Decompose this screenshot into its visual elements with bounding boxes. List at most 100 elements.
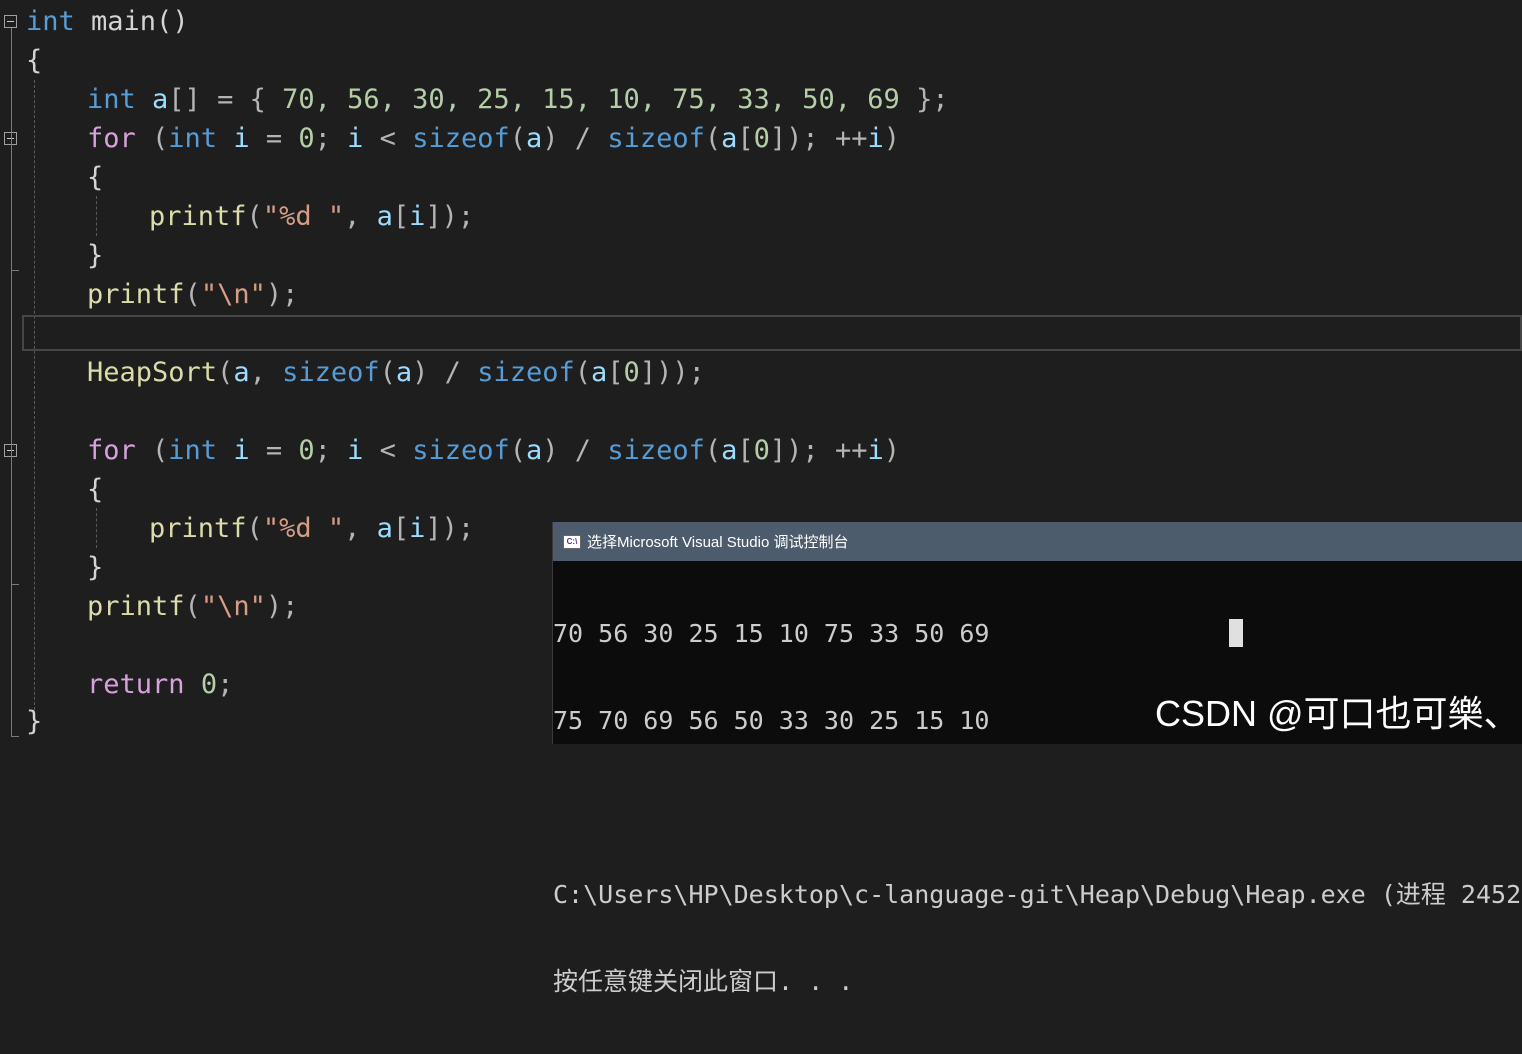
code-text: ]); ++	[769, 435, 868, 466]
fold-end-tick	[11, 736, 19, 737]
variable: i	[867, 123, 884, 154]
brace: {	[87, 474, 104, 505]
function-name: printf	[149, 201, 247, 232]
number-literal: 0	[753, 123, 770, 154]
variable: a	[591, 357, 608, 388]
console-title: 选择Microsoft Visual Studio 调试控制台	[587, 534, 849, 551]
variable: i	[347, 123, 364, 154]
code-line[interactable]: {	[26, 41, 42, 80]
code-line[interactable]: printf("\n");	[87, 275, 298, 314]
code-text: ,	[249, 357, 283, 388]
variable: a	[721, 123, 738, 154]
variable: i	[347, 435, 364, 466]
code-line[interactable]: for (int i = 0; i < sizeof(a) / sizeof(a…	[87, 431, 900, 470]
code-line[interactable]: }	[87, 548, 103, 587]
code-text: (	[509, 123, 527, 154]
variable: i	[217, 123, 250, 154]
brace: {	[87, 162, 104, 193]
indent-guide	[96, 508, 97, 548]
keyword: sizeof	[282, 357, 380, 388]
code-text: (	[246, 201, 263, 232]
variable: a	[526, 435, 543, 466]
code-text: )	[883, 123, 900, 154]
code-text: (	[704, 123, 722, 154]
watermark: CSDN @可口也可樂、	[1155, 693, 1520, 734]
variable: a	[233, 357, 250, 388]
code-text: ;	[217, 669, 234, 700]
code-text: =	[249, 435, 299, 466]
code-line[interactable]: printf("%d ", a[i]);	[149, 509, 474, 548]
number-literal: 0	[298, 123, 315, 154]
code-text: <	[363, 435, 413, 466]
code-line[interactable]: for (int i = 0; i < sizeof(a) / sizeof(a…	[87, 119, 900, 158]
code-text: main()	[74, 6, 189, 37]
string-literal: "\n"	[200, 279, 266, 310]
code-text: (	[217, 357, 234, 388]
code-text: ,	[344, 201, 377, 232]
brace: }	[87, 240, 104, 271]
number-literal: 0	[623, 357, 640, 388]
code-text: [	[607, 357, 624, 388]
code-line[interactable]: }	[87, 236, 103, 275]
keyword: for	[87, 435, 136, 466]
code-text: (	[704, 435, 722, 466]
current-line-highlight	[22, 315, 1522, 351]
string-literal: "\n"	[200, 591, 266, 622]
code-line[interactable]: int a[] = { 70, 56, 30, 25, 15, 10, 75, …	[87, 80, 949, 119]
console-title-bar[interactable]: C:\ 选择Microsoft Visual Studio 调试控制台	[553, 522, 1522, 561]
keyword: return	[87, 669, 185, 700]
variable: a	[526, 123, 543, 154]
console-app-icon: C:\	[563, 534, 581, 549]
keyword: sizeof	[477, 357, 575, 388]
code-text: (	[509, 435, 527, 466]
keyword: sizeof	[412, 123, 510, 154]
keyword: int	[26, 6, 75, 37]
code-text: ,	[344, 513, 377, 544]
function-name: HeapSort	[87, 357, 218, 388]
code-text: [	[737, 123, 754, 154]
code-line[interactable]: {	[87, 470, 103, 509]
fold-line	[11, 28, 12, 736]
function-name: printf	[87, 279, 185, 310]
code-text: )	[883, 435, 900, 466]
code-text: (	[574, 357, 592, 388]
code-line[interactable]: {	[87, 158, 103, 197]
fold-end-tick	[11, 270, 19, 271]
code-text: );	[265, 279, 299, 310]
keyword: int	[168, 123, 218, 154]
fold-end-tick	[11, 584, 19, 585]
code-line[interactable]: int main()	[26, 2, 189, 41]
console-output[interactable]: 70 56 30 25 15 10 75 33 50 69 75 70 69 5…	[553, 561, 1522, 1054]
code-text: (	[379, 357, 396, 388]
function-name: printf	[149, 513, 247, 544]
console-output-line: 70 56 30 25 15 10 75 33 50 69	[553, 619, 990, 648]
brace: {	[26, 45, 43, 76]
code-text: ]);	[425, 201, 475, 232]
code-text: ]); ++	[769, 123, 868, 154]
code-line[interactable]: return 0;	[87, 665, 233, 704]
indent-guide	[34, 80, 35, 720]
variable: i	[409, 513, 426, 544]
text-cursor	[1229, 619, 1243, 647]
collapse-main-icon[interactable]	[4, 15, 17, 28]
code-line[interactable]: printf("%d ", a[i]);	[149, 197, 474, 236]
code-text: ) /	[412, 357, 478, 388]
variable: a	[721, 435, 738, 466]
code-text: =	[249, 123, 299, 154]
indent-guide	[96, 196, 97, 236]
code-line[interactable]: HeapSort(a, sizeof(a) / sizeof(a[0]));	[87, 353, 705, 392]
code-text: (	[135, 123, 169, 154]
variable: i	[867, 435, 884, 466]
code-line[interactable]: }	[26, 702, 42, 741]
console-path-line: C:\Users\HP\Desktop\c-language-git\Heap\…	[553, 880, 1522, 909]
code-text: [	[392, 513, 410, 544]
variable: a	[135, 84, 169, 115]
brace: }	[26, 706, 43, 737]
variable: a	[376, 201, 393, 232]
keyword: sizeof	[607, 435, 705, 466]
function-name: printf	[87, 591, 185, 622]
brace: }	[87, 552, 104, 583]
code-line[interactable]: printf("\n");	[87, 587, 298, 626]
string-literal: "%d "	[262, 513, 345, 544]
